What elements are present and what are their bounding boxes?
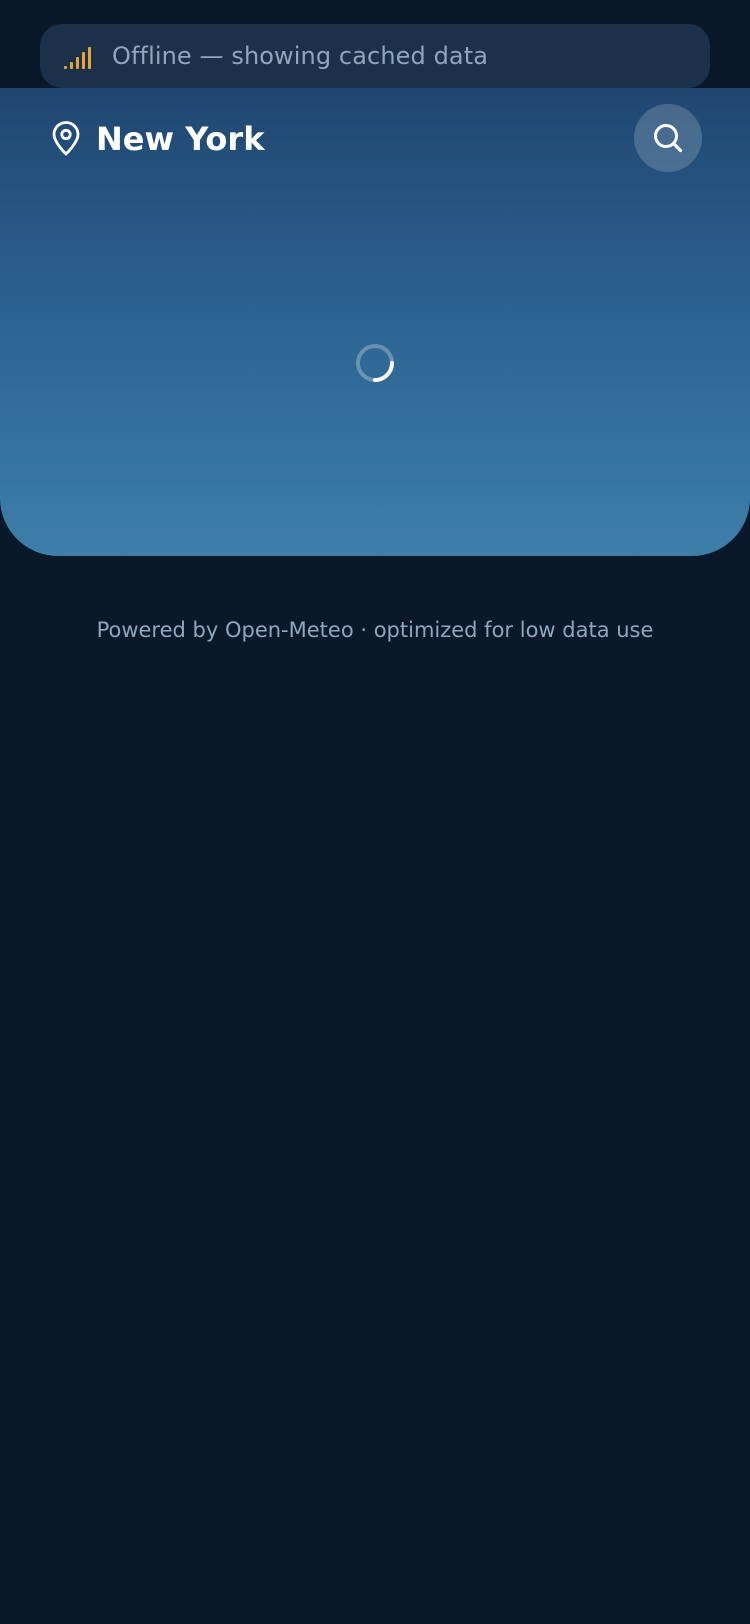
- location-header: New York: [50, 104, 264, 174]
- offline-message: Offline — showing cached data: [112, 42, 489, 70]
- loading-spinner-icon: [356, 344, 394, 382]
- app-screen: Offline — showing cached data New York P…: [0, 0, 750, 1624]
- city-name: New York: [96, 120, 265, 158]
- signal-weak-icon: [64, 43, 94, 69]
- search-icon: [654, 124, 683, 153]
- footer-credit: Powered by Open-Meteo · optimized for lo…: [96, 618, 654, 642]
- search-button[interactable]: [634, 104, 702, 172]
- offline-banner: Offline — showing cached data: [40, 24, 710, 88]
- map-pin-icon: [52, 121, 80, 156]
